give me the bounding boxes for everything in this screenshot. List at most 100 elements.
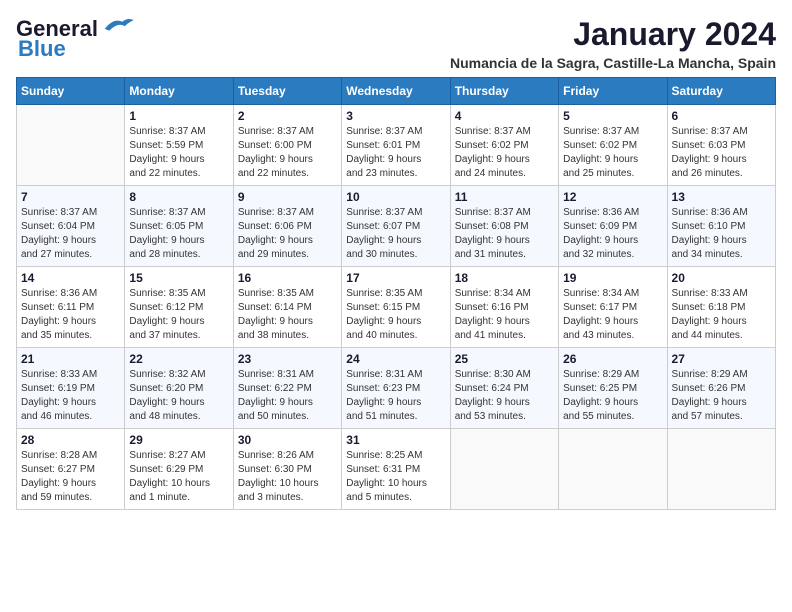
main-title: January 2024: [450, 16, 776, 53]
day-number: 31: [346, 433, 445, 447]
calendar-cell: 21 Sunrise: 8:33 AM Sunset: 6:19 PM Dayli…: [17, 348, 125, 429]
day-info: Sunrise: 8:35 AM Sunset: 6:15 PM Dayligh…: [346, 287, 445, 343]
calendar-cell: [17, 105, 125, 186]
calendar-cell: 28Sunrise: 8:28 AM Sunset: 6:27 PM Dayli…: [17, 429, 125, 510]
day-info: Sunrise: 8:37 AM Sunset: 6:02 PM Dayligh…: [563, 125, 662, 181]
calendar-cell: [559, 429, 667, 510]
day-info: Sunrise: 8:27 AM Sunset: 6:29 PM Dayligh…: [129, 449, 228, 505]
day-number: 15: [129, 271, 228, 285]
calendar-cell: 3 Sunrise: 8:37 AM Sunset: 6:01 PM Daylig…: [342, 105, 450, 186]
day-info: Sunrise: 8:36 AM Sunset: 6:09 PM Dayligh…: [563, 206, 662, 262]
page-header: General Blue January 2024 Numancia de la…: [16, 16, 776, 71]
calendar-cell: 26 Sunrise: 8:29 AM Sunset: 6:25 PM Dayli…: [559, 348, 667, 429]
day-number: 29: [129, 433, 228, 447]
calendar-cell: 30 Sunrise: 8:26 AM Sunset: 6:30 PM Dayli…: [233, 429, 341, 510]
weekday-header-friday: Friday: [559, 78, 667, 105]
day-number: 12: [563, 190, 662, 204]
calendar-cell: 19 Sunrise: 8:34 AM Sunset: 6:17 PM Dayli…: [559, 267, 667, 348]
calendar-cell: 12 Sunrise: 8:36 AM Sunset: 6:09 PM Dayli…: [559, 186, 667, 267]
day-info: Sunrise: 8:31 AM Sunset: 6:22 PM Dayligh…: [238, 368, 337, 424]
day-info: Sunrise: 8:32 AM Sunset: 6:20 PM Dayligh…: [129, 368, 228, 424]
day-number: 22: [129, 352, 228, 366]
day-number: 26: [563, 352, 662, 366]
day-info: Sunrise: 8:37 AM Sunset: 5:59 PM Dayligh…: [129, 125, 228, 181]
day-number: 14: [21, 271, 120, 285]
day-number: 2: [238, 109, 337, 123]
day-info: Sunrise: 8:37 AM Sunset: 6:02 PM Dayligh…: [455, 125, 554, 181]
day-info: Sunrise: 8:30 AM Sunset: 6:24 PM Dayligh…: [455, 368, 554, 424]
weekday-header-sunday: Sunday: [17, 78, 125, 105]
calendar-cell: 14Sunrise: 8:36 AM Sunset: 6:11 PM Dayli…: [17, 267, 125, 348]
logo: General Blue: [16, 16, 136, 62]
day-number: 5: [563, 109, 662, 123]
calendar-cell: 9Sunrise: 8:37 AM Sunset: 6:06 PM Daylig…: [233, 186, 341, 267]
title-section: January 2024 Numancia de la Sagra, Casti…: [450, 16, 776, 71]
weekday-header-tuesday: Tuesday: [233, 78, 341, 105]
calendar-week-1: 1 Sunrise: 8:37 AM Sunset: 5:59 PM Daylig…: [17, 105, 776, 186]
logo-blue: Blue: [18, 36, 66, 62]
calendar-cell: 5 Sunrise: 8:37 AM Sunset: 6:02 PM Daylig…: [559, 105, 667, 186]
day-number: 24: [346, 352, 445, 366]
calendar-cell: 13 Sunrise: 8:36 AM Sunset: 6:10 PM Dayli…: [667, 186, 775, 267]
day-info: Sunrise: 8:34 AM Sunset: 6:16 PM Dayligh…: [455, 287, 554, 343]
day-info: Sunrise: 8:31 AM Sunset: 6:23 PM Dayligh…: [346, 368, 445, 424]
subtitle: Numancia de la Sagra, Castille-La Mancha…: [450, 55, 776, 71]
day-number: 8: [129, 190, 228, 204]
calendar-cell: 6Sunrise: 8:37 AM Sunset: 6:03 PM Daylig…: [667, 105, 775, 186]
calendar-cell: 7Sunrise: 8:37 AM Sunset: 6:04 PM Daylig…: [17, 186, 125, 267]
day-info: Sunrise: 8:34 AM Sunset: 6:17 PM Dayligh…: [563, 287, 662, 343]
day-number: 11: [455, 190, 554, 204]
calendar-cell: 2Sunrise: 8:37 AM Sunset: 6:00 PM Daylig…: [233, 105, 341, 186]
calendar-week-5: 28Sunrise: 8:28 AM Sunset: 6:27 PM Dayli…: [17, 429, 776, 510]
day-number: 25: [455, 352, 554, 366]
day-info: Sunrise: 8:37 AM Sunset: 6:06 PM Dayligh…: [238, 206, 337, 262]
day-info: Sunrise: 8:36 AM Sunset: 6:10 PM Dayligh…: [672, 206, 771, 262]
day-info: Sunrise: 8:37 AM Sunset: 6:08 PM Dayligh…: [455, 206, 554, 262]
calendar-cell: 25 Sunrise: 8:30 AM Sunset: 6:24 PM Dayli…: [450, 348, 558, 429]
day-number: 19: [563, 271, 662, 285]
calendar-cell: 17 Sunrise: 8:35 AM Sunset: 6:15 PM Dayli…: [342, 267, 450, 348]
day-number: 16: [238, 271, 337, 285]
weekday-header-row: SundayMondayTuesdayWednesdayThursdayFrid…: [17, 78, 776, 105]
calendar-cell: 20Sunrise: 8:33 AM Sunset: 6:18 PM Dayli…: [667, 267, 775, 348]
day-number: 21: [21, 352, 120, 366]
day-info: Sunrise: 8:29 AM Sunset: 6:25 PM Dayligh…: [563, 368, 662, 424]
calendar-cell: 29 Sunrise: 8:27 AM Sunset: 6:29 PM Dayli…: [125, 429, 233, 510]
day-info: Sunrise: 8:26 AM Sunset: 6:30 PM Dayligh…: [238, 449, 337, 505]
calendar-cell: 16 Sunrise: 8:35 AM Sunset: 6:14 PM Dayli…: [233, 267, 341, 348]
calendar-table: SundayMondayTuesdayWednesdayThursdayFrid…: [16, 77, 776, 510]
calendar-cell: 10Sunrise: 8:37 AM Sunset: 6:07 PM Dayli…: [342, 186, 450, 267]
day-info: Sunrise: 8:37 AM Sunset: 6:01 PM Dayligh…: [346, 125, 445, 181]
calendar-cell: 15Sunrise: 8:35 AM Sunset: 6:12 PM Dayli…: [125, 267, 233, 348]
calendar-cell: 23 Sunrise: 8:31 AM Sunset: 6:22 PM Dayli…: [233, 348, 341, 429]
calendar-cell: [450, 429, 558, 510]
day-info: Sunrise: 8:37 AM Sunset: 6:05 PM Dayligh…: [129, 206, 228, 262]
calendar-cell: 24 Sunrise: 8:31 AM Sunset: 6:23 PM Dayli…: [342, 348, 450, 429]
calendar-cell: 11 Sunrise: 8:37 AM Sunset: 6:08 PM Dayli…: [450, 186, 558, 267]
day-number: 23: [238, 352, 337, 366]
day-number: 1: [129, 109, 228, 123]
day-info: Sunrise: 8:35 AM Sunset: 6:14 PM Dayligh…: [238, 287, 337, 343]
logo-bird-icon: [100, 13, 136, 35]
calendar-cell: [667, 429, 775, 510]
day-info: Sunrise: 8:37 AM Sunset: 6:07 PM Dayligh…: [346, 206, 445, 262]
calendar-cell: 8 Sunrise: 8:37 AM Sunset: 6:05 PM Daylig…: [125, 186, 233, 267]
calendar-cell: 31Sunrise: 8:25 AM Sunset: 6:31 PM Dayli…: [342, 429, 450, 510]
day-number: 3: [346, 109, 445, 123]
calendar-cell: 27Sunrise: 8:29 AM Sunset: 6:26 PM Dayli…: [667, 348, 775, 429]
day-number: 17: [346, 271, 445, 285]
day-number: 30: [238, 433, 337, 447]
calendar-cell: 1 Sunrise: 8:37 AM Sunset: 5:59 PM Daylig…: [125, 105, 233, 186]
day-number: 13: [672, 190, 771, 204]
calendar-week-3: 14Sunrise: 8:36 AM Sunset: 6:11 PM Dayli…: [17, 267, 776, 348]
day-info: Sunrise: 8:33 AM Sunset: 6:19 PM Dayligh…: [21, 368, 120, 424]
calendar-cell: 18Sunrise: 8:34 AM Sunset: 6:16 PM Dayli…: [450, 267, 558, 348]
day-number: 28: [21, 433, 120, 447]
weekday-header-monday: Monday: [125, 78, 233, 105]
weekday-header-thursday: Thursday: [450, 78, 558, 105]
day-info: Sunrise: 8:37 AM Sunset: 6:03 PM Dayligh…: [672, 125, 771, 181]
day-info: Sunrise: 8:37 AM Sunset: 6:04 PM Dayligh…: [21, 206, 120, 262]
calendar-cell: 22 Sunrise: 8:32 AM Sunset: 6:20 PM Dayli…: [125, 348, 233, 429]
day-number: 27: [672, 352, 771, 366]
day-info: Sunrise: 8:33 AM Sunset: 6:18 PM Dayligh…: [672, 287, 771, 343]
